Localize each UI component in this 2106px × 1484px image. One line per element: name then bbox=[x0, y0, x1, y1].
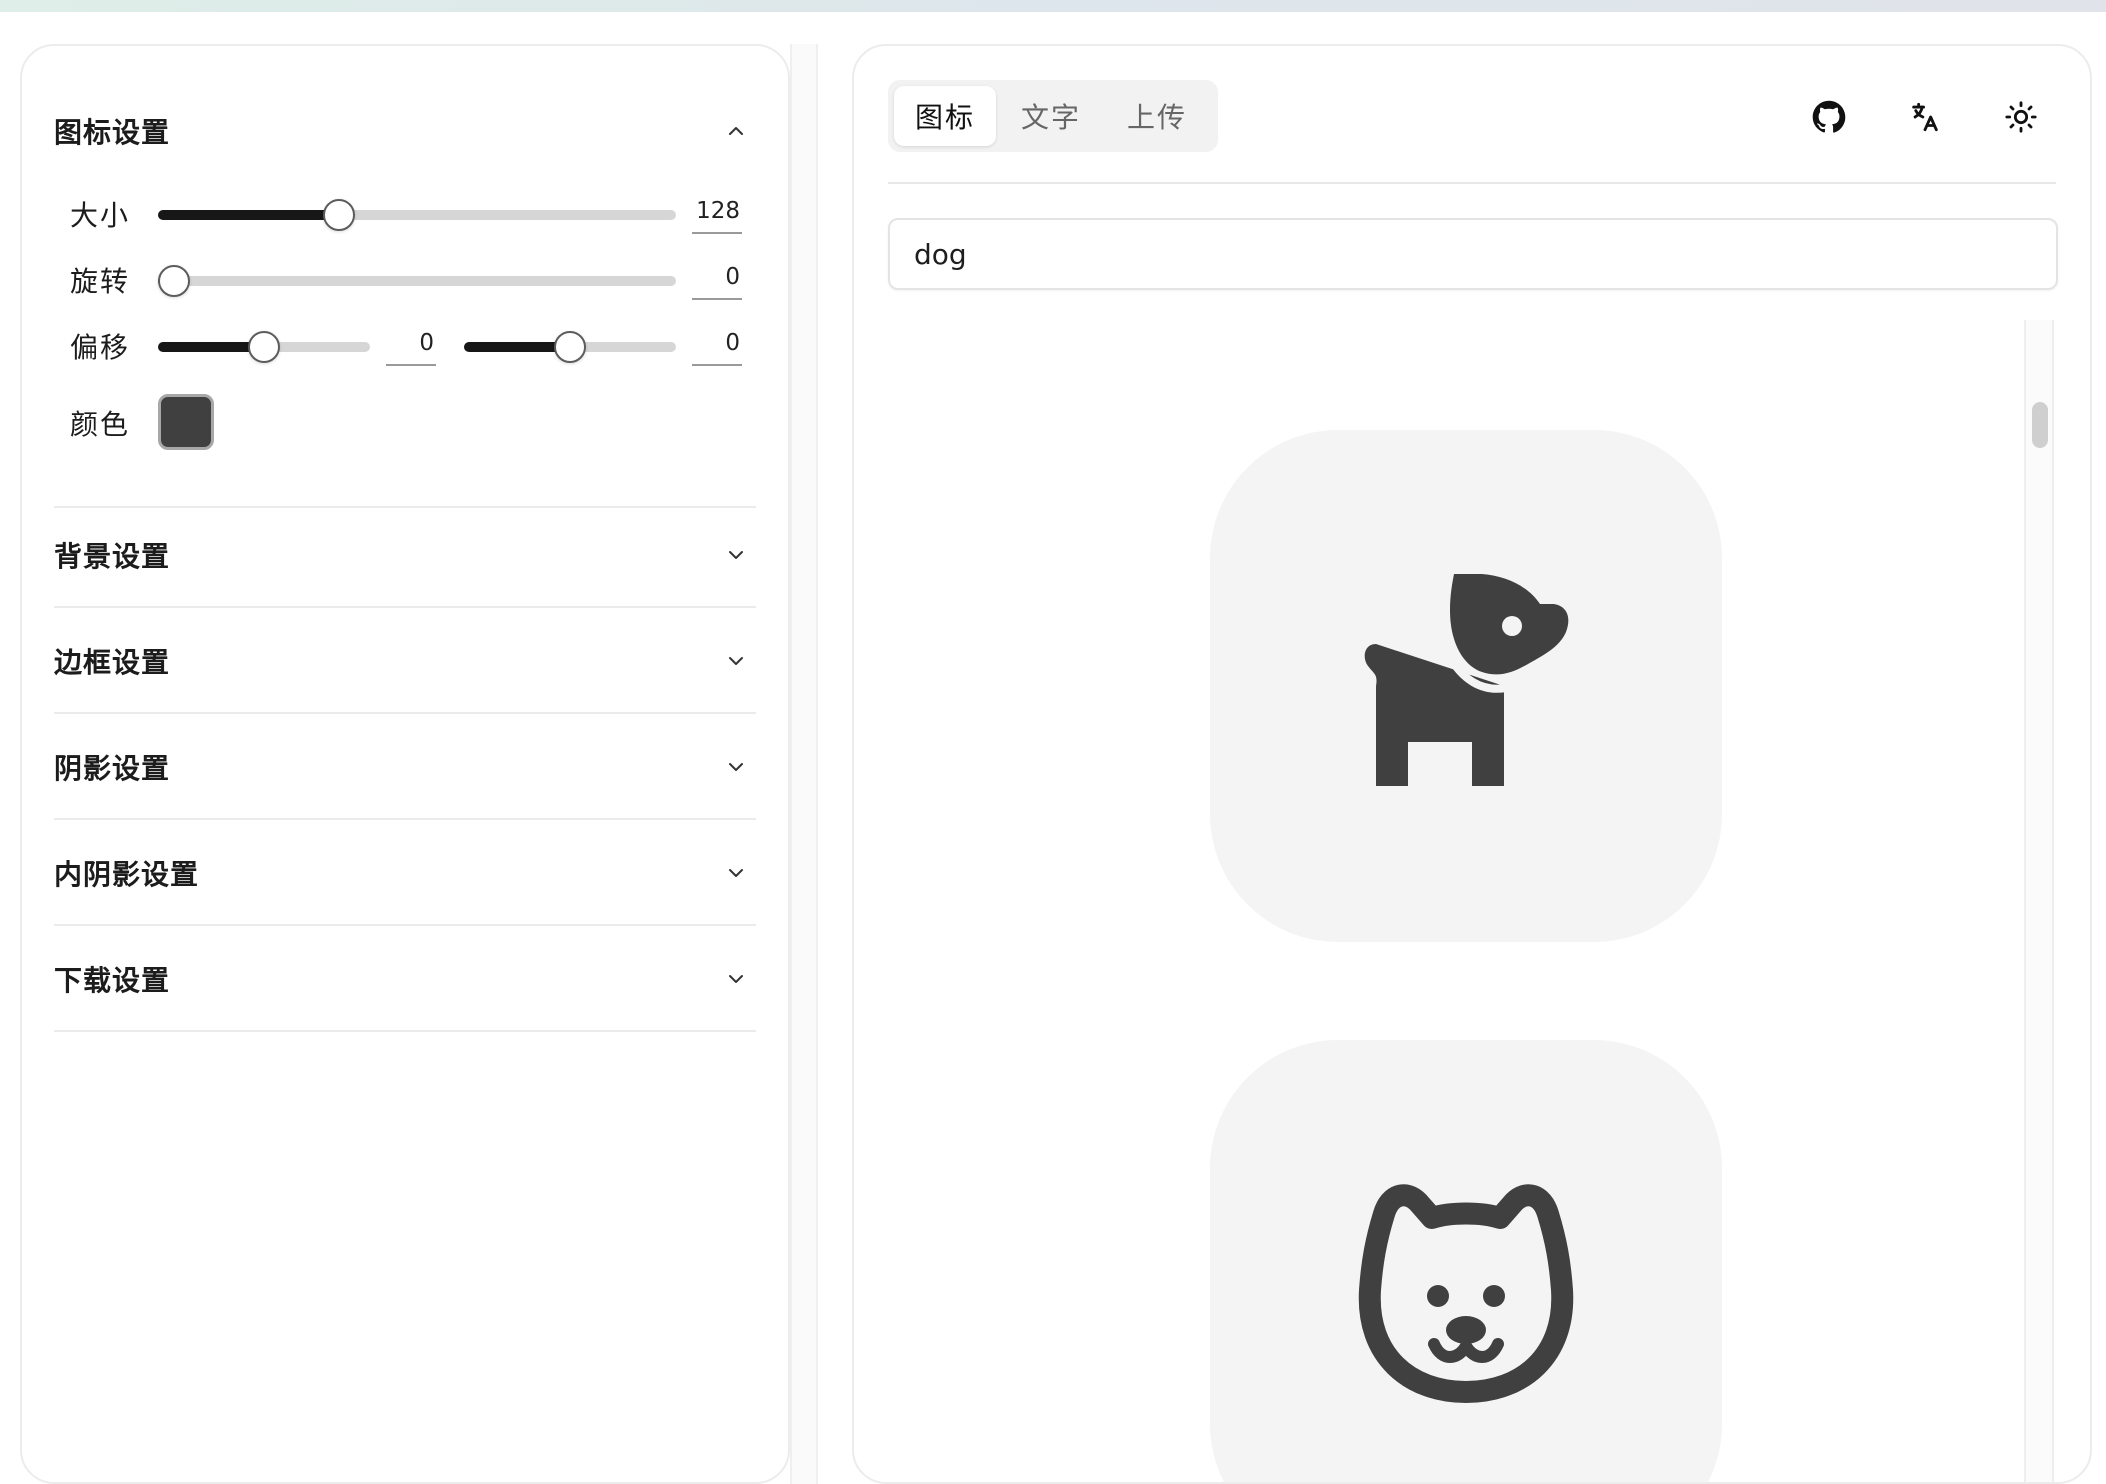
tab-icon[interactable]: 图标 bbox=[894, 86, 996, 146]
inner-shadow-settings-section: 内阴影设置 bbox=[54, 820, 756, 926]
section-title: 阴影设置 bbox=[54, 752, 171, 785]
shadow-settings-header[interactable]: 阴影设置 bbox=[54, 714, 756, 820]
chevron-up-icon[interactable] bbox=[722, 117, 750, 145]
github-icon[interactable] bbox=[1804, 92, 1854, 142]
size-input[interactable] bbox=[692, 194, 742, 234]
offset-label: 偏移 bbox=[70, 331, 131, 364]
scrollbar-thumb[interactable] bbox=[2032, 402, 2048, 448]
rotate-row: 旋转 bbox=[54, 260, 756, 300]
chevron-down-icon[interactable] bbox=[722, 965, 750, 993]
inner-shadow-settings-header[interactable]: 内阴影设置 bbox=[54, 820, 756, 926]
color-label: 颜色 bbox=[70, 408, 131, 441]
header-divider bbox=[888, 182, 2056, 184]
rotate-slider[interactable] bbox=[158, 260, 676, 300]
download-settings-header[interactable]: 下载设置 bbox=[54, 926, 756, 1032]
section-title: 图标设置 bbox=[54, 116, 171, 149]
offset-x-slider[interactable] bbox=[158, 326, 370, 366]
results-scrollbar[interactable] bbox=[2024, 320, 2054, 1482]
icon-settings-header[interactable]: 图标设置 bbox=[54, 78, 756, 184]
color-swatch[interactable] bbox=[158, 394, 214, 450]
chevron-down-icon[interactable] bbox=[722, 859, 750, 887]
dog-face-icon bbox=[1358, 1184, 1574, 1403]
rotate-label: 旋转 bbox=[70, 265, 131, 298]
translate-icon[interactable] bbox=[1900, 92, 1950, 142]
chevron-down-icon[interactable] bbox=[722, 753, 750, 781]
tab-upload[interactable]: 上传 bbox=[1106, 86, 1208, 146]
slider-thumb[interactable] bbox=[323, 199, 356, 231]
slider-thumb[interactable] bbox=[158, 265, 190, 297]
border-settings-section: 边框设置 bbox=[54, 608, 756, 714]
color-row: 颜色 bbox=[54, 394, 756, 452]
toolbar bbox=[1804, 92, 2046, 142]
section-title: 背景设置 bbox=[54, 540, 171, 573]
background-settings-section: 背景设置 bbox=[54, 502, 756, 608]
icon-results-grid bbox=[888, 320, 2048, 1482]
offset-row: 偏移 bbox=[54, 326, 756, 366]
shadow-settings-section: 阴影设置 bbox=[54, 714, 756, 820]
rotate-input[interactable] bbox=[692, 260, 742, 300]
window-top-strip bbox=[0, 0, 2106, 12]
dog-silhouette-icon bbox=[1364, 574, 1569, 786]
chevron-down-icon[interactable] bbox=[722, 647, 750, 675]
size-row: 大小 bbox=[54, 194, 756, 234]
offset-y-slider[interactable] bbox=[464, 326, 676, 366]
result-card-dog[interactable] bbox=[1210, 430, 1722, 942]
result-card-dog-face[interactable] bbox=[1210, 1040, 1722, 1482]
offset-y-input[interactable] bbox=[692, 326, 742, 366]
background-settings-header[interactable]: 背景设置 bbox=[54, 502, 756, 608]
size-slider[interactable] bbox=[158, 194, 676, 234]
tab-text[interactable]: 文字 bbox=[1000, 86, 1102, 146]
sun-icon[interactable] bbox=[1996, 92, 2046, 142]
main-panel: 图标 文字 上传 bbox=[852, 44, 2092, 1484]
border-settings-header[interactable]: 边框设置 bbox=[54, 608, 756, 714]
section-title: 内阴影设置 bbox=[54, 858, 200, 891]
section-title: 下载设置 bbox=[54, 964, 171, 997]
section-title: 边框设置 bbox=[54, 646, 171, 679]
offset-x-input[interactable] bbox=[386, 326, 436, 366]
chevron-down-icon[interactable] bbox=[722, 541, 750, 569]
download-settings-section: 下载设置 bbox=[54, 926, 756, 1032]
search-input[interactable] bbox=[888, 218, 2058, 290]
slider-thumb[interactable] bbox=[248, 331, 280, 363]
icon-settings-section: 图标设置 大小 旋转 偏移 颜色 bbox=[54, 78, 756, 508]
size-label: 大小 bbox=[70, 199, 131, 232]
source-tabs: 图标 文字 上传 bbox=[888, 80, 1218, 152]
settings-scrollbar[interactable] bbox=[790, 44, 818, 1484]
slider-thumb[interactable] bbox=[554, 331, 586, 363]
